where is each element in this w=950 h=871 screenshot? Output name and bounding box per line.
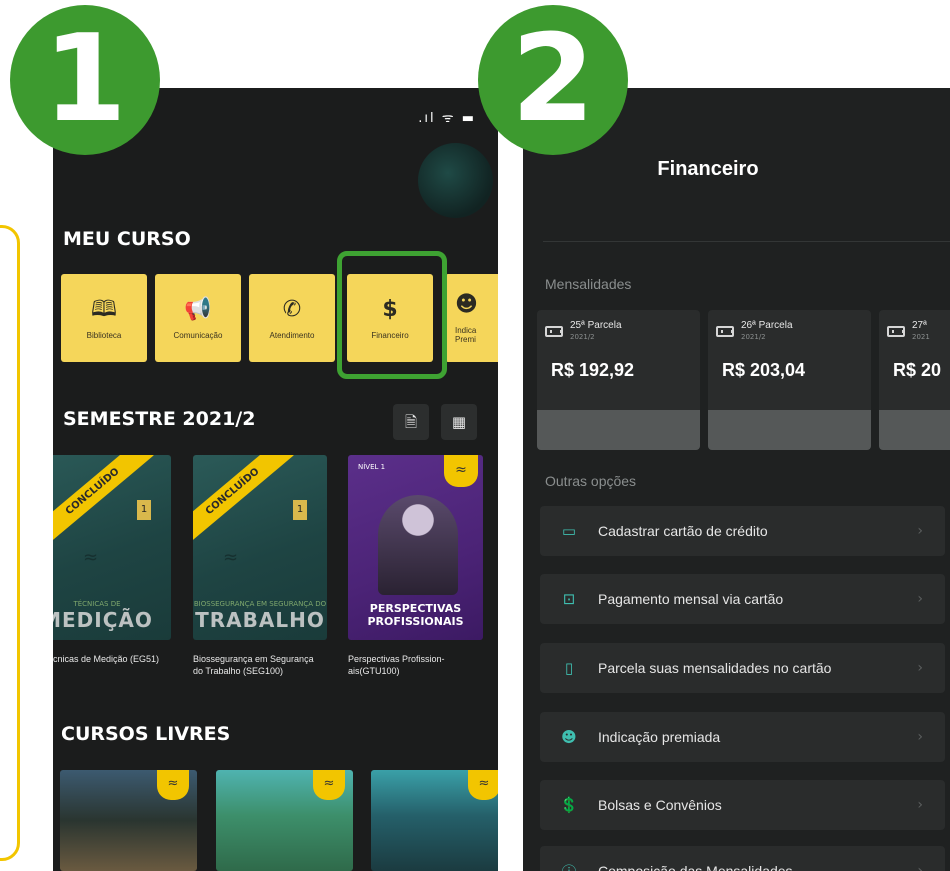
- chevron-right-icon: ›: [917, 591, 923, 607]
- person-photo: [378, 495, 458, 595]
- free-course-card[interactable]: ≈: [60, 770, 197, 871]
- section-label-outras-opcoes: Outras opções: [545, 473, 637, 489]
- tile-label: Atendimento: [269, 330, 315, 340]
- free-course-card[interactable]: ≈: [216, 770, 353, 871]
- invoice-icon: [716, 326, 734, 337]
- status-bar-icons: .ıl ᯤ ▬: [418, 111, 476, 126]
- brand-badge-icon: ≈: [468, 770, 498, 800]
- tile-atendimento[interactable]: ✆ Atendimento: [249, 274, 335, 362]
- tile-comunicacao[interactable]: 📢 Comunicação: [155, 274, 241, 362]
- option-label: Pagamento mensal via cartão: [598, 591, 784, 607]
- phone-screen-course: .ıl ᯤ ▬ MEU CURSO 🕮 Biblioteca 📢 Comunic…: [53, 88, 498, 871]
- parcela-semester: 2021: [912, 333, 930, 341]
- parcela-semester: 2021/2: [570, 333, 595, 341]
- parcela-value: R$ 203,04: [722, 360, 806, 380]
- status-ribbon: CONCLUÍDO: [193, 455, 294, 546]
- parcela-label: 25ª Parcela: [570, 320, 622, 331]
- course-card-medicao[interactable]: CONCLUÍDO 1 ≈ TÉCNICAS DE MEDIÇÃO: [53, 455, 171, 640]
- chevron-right-icon: ›: [917, 660, 923, 676]
- card-number: 1: [137, 500, 151, 520]
- section-title-meu-curso: MEU CURSO: [63, 228, 191, 250]
- chevron-right-icon: ›: [917, 797, 923, 813]
- installment-card-icon: ▯: [564, 659, 574, 677]
- book-icon: 🕮: [91, 296, 117, 322]
- section-title-cursos-livres: CURSOS LIVRES: [61, 723, 231, 745]
- parcela-card[interactable]: 26ª Parcela 2021/2 R$ 203,04: [708, 310, 871, 450]
- tile-label: Biblioteca: [86, 330, 122, 340]
- brand-badge-icon: ≈: [444, 455, 478, 487]
- brand-badge-icon: ≈: [157, 770, 189, 800]
- option-composicao-mensalidades[interactable]: ⓘ Composição das Mensalidades ›: [540, 846, 945, 871]
- free-course-card[interactable]: ≈: [371, 770, 498, 871]
- course-caption: Perspectivas Profission- ais(GTU100): [348, 654, 445, 676]
- scholarship-icon: 💲: [559, 796, 579, 814]
- avatar[interactable]: [418, 143, 493, 218]
- option-label: Composição das Mensalidades: [598, 863, 793, 871]
- option-label: Bolsas e Convênios: [598, 797, 722, 813]
- step-badge-1: 1: [10, 5, 160, 155]
- tile-label: Indica Premi: [455, 326, 477, 344]
- gift-icon: ☻: [455, 292, 478, 317]
- parcela-semester: 2021/2: [741, 333, 766, 341]
- brand-logo-icon: ≈: [223, 547, 239, 568]
- parcela-status-bar: [879, 410, 950, 450]
- card-title: PERSPECTIVAS PROFISSIONAIS: [367, 602, 464, 628]
- parcela-label: 27ª: [912, 320, 927, 331]
- option-cadastrar-cartao[interactable]: ▭ Cadastrar cartão de crédito ›: [540, 506, 945, 556]
- financeiro-highlight: [337, 251, 447, 379]
- invoice-icon: [887, 326, 905, 337]
- brand-badge-icon: ≈: [313, 770, 345, 800]
- phone-screen-financeiro: Financeiro Mensalidades 25ª Parcela 2021…: [523, 88, 950, 871]
- option-label: Parcela suas mensalidades no cartão: [598, 660, 832, 676]
- option-pagamento-mensal[interactable]: ⊡ Pagamento mensal via cartão ›: [540, 574, 945, 624]
- credit-card-icon: ▭: [561, 522, 577, 540]
- yellow-frame: [0, 225, 20, 861]
- option-label: Cadastrar cartão de crédito: [598, 523, 768, 539]
- tile-label: Comunicação: [173, 330, 223, 340]
- level-tag: NÍVEL 1: [358, 463, 386, 471]
- download-file-icon[interactable]: 🗎: [393, 404, 429, 440]
- course-card-trabalho[interactable]: CONCLUÍDO 1 ≈ BIOSSEGURANÇA EM SEGURANÇA…: [193, 455, 327, 640]
- course-caption: Biossegurança em Segurança do Trabalho (…: [193, 654, 314, 676]
- option-indicacao-premiada[interactable]: ☻ Indicação premiada ›: [540, 712, 945, 762]
- invoice-icon: [545, 326, 563, 337]
- card-title: MEDIÇÃO: [53, 608, 153, 632]
- parcela-status-bar: [708, 410, 871, 450]
- parcela-value: R$ 192,92: [551, 360, 635, 380]
- calendar-icon[interactable]: ▦: [441, 404, 477, 440]
- brand-logo-icon: ≈: [83, 547, 99, 568]
- chevron-right-icon: ›: [917, 523, 923, 539]
- tile-indicacao-premiada[interactable]: ☻ Indica Premi: [445, 274, 498, 362]
- parcela-card[interactable]: 25ª Parcela 2021/2 R$ 192,92: [537, 310, 700, 450]
- section-label-mensalidades: Mensalidades: [545, 276, 632, 292]
- phone-icon: ✆: [282, 296, 302, 322]
- option-parcela-mensalidades[interactable]: ▯ Parcela suas mensalidades no cartão ›: [540, 643, 945, 693]
- parcela-status-bar: [537, 410, 700, 450]
- chevron-right-icon: ›: [917, 729, 923, 745]
- card-number: 1: [293, 500, 307, 520]
- parcela-card[interactable]: 27ª 2021 R$ 20: [879, 310, 950, 450]
- card-subtitle: TÉCNICAS DE: [73, 600, 121, 608]
- course-caption: cnicas de Medição (EG51): [53, 654, 160, 664]
- course-card-perspectivas[interactable]: NÍVEL 1 ≈ PERSPECTIVAS PROFISSIONAIS: [348, 455, 483, 640]
- section-title-semestre: SEMESTRE 2021/2: [63, 408, 256, 430]
- referral-icon: ☻: [561, 728, 577, 746]
- page-title: Financeiro: [657, 158, 759, 180]
- card-subtitle: BIOSSEGURANÇA EM SEGURANÇA DO: [193, 600, 327, 608]
- divider: [543, 241, 950, 242]
- option-label: Indicação premiada: [598, 729, 721, 745]
- info-icon: ⓘ: [558, 861, 580, 871]
- option-bolsas-convenios[interactable]: 💲 Bolsas e Convênios ›: [540, 780, 945, 830]
- card-title: TRABALHO: [195, 608, 325, 632]
- parcela-value: R$ 20: [893, 360, 942, 380]
- step-badge-2: 2: [478, 5, 628, 155]
- money-icon: ⊡: [562, 590, 576, 608]
- tile-biblioteca[interactable]: 🕮 Biblioteca: [61, 274, 147, 362]
- parcela-label: 26ª Parcela: [741, 320, 793, 331]
- megaphone-icon: 📢: [184, 296, 212, 322]
- chevron-right-icon: ›: [917, 863, 923, 871]
